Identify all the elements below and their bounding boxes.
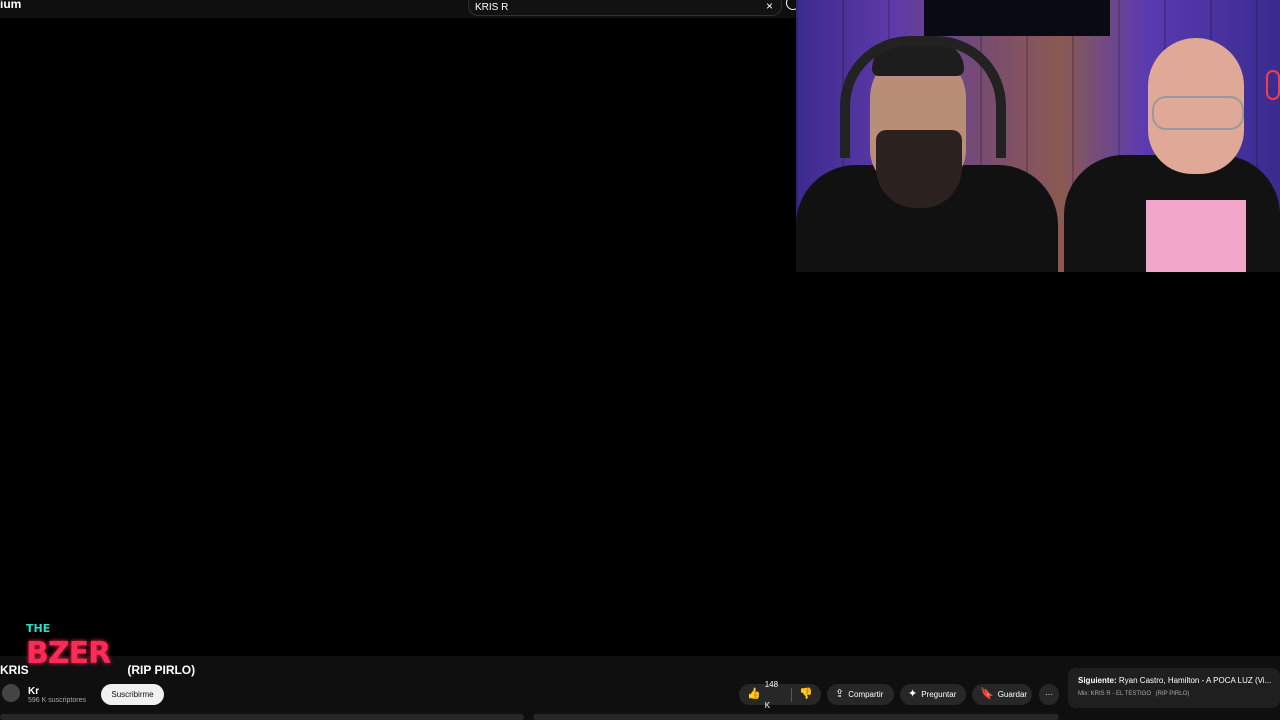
up-next-prefix: Siguiente: — [1078, 676, 1117, 685]
like-count[interactable]: 148 K — [765, 674, 780, 716]
like-dislike-group: 👍 148 K 👎 — [739, 680, 821, 710]
save-label: Guardar — [997, 690, 1028, 699]
divider — [790, 687, 792, 702]
avatar[interactable] — [2, 684, 20, 702]
close-icon[interactable]: × — [766, 0, 773, 13]
video-title-right: (RIP PIRLO) — [127, 663, 196, 677]
subscriber-count: 596 K suscriptores — [28, 697, 86, 704]
webcam-overlay — [796, 0, 1280, 272]
ask-label: Preguntar — [921, 690, 957, 699]
top-bar: ium KRIS R × — [0, 0, 800, 18]
channel-name[interactable]: Kr — [28, 686, 39, 697]
progress-bar-left[interactable] — [0, 714, 524, 720]
progress-bar-right[interactable] — [533, 714, 1059, 720]
search-input[interactable]: KRIS R — [475, 2, 508, 13]
share-label: Compartir — [848, 690, 884, 699]
overlay-logo-big: BZER — [26, 636, 111, 671]
wall-screen — [924, 0, 1110, 36]
overlay-logo-small: THE — [26, 622, 51, 635]
neon-light — [1266, 70, 1280, 100]
streamer-two-shirt — [1146, 200, 1246, 272]
glasses-icon — [1152, 96, 1244, 130]
share-button[interactable]: ⇪ Compartir — [827, 684, 894, 705]
up-next-video-title: Ryan Castro, Hamilton - A POCA LUZ (Vi..… — [1118, 676, 1272, 685]
bookmark-icon: 🔖 — [980, 688, 994, 700]
search-box[interactable]: KRIS R × — [468, 0, 782, 16]
up-next-card[interactable]: Siguiente: Ryan Castro, Hamilton - A POC… — [1068, 668, 1280, 708]
up-next-mix: Mix: KRIS R - EL TESTIGO (RIP PIRLO) — [1078, 691, 1190, 697]
stream-overlay-logo: THE BZER — [24, 622, 118, 680]
site-logo-text[interactable]: ium — [0, 0, 21, 11]
thumbs-up-icon[interactable]: 👍 — [747, 684, 761, 705]
sparkle-icon: ✦ — [908, 688, 918, 700]
up-next-title: Siguiente: Ryan Castro, Hamilton - A POC… — [1078, 676, 1271, 685]
more-button[interactable]: ··· — [1039, 684, 1059, 705]
headphones-icon — [840, 36, 1006, 158]
video-player[interactable] — [0, 18, 800, 654]
save-button[interactable]: 🔖 Guardar — [972, 684, 1032, 705]
ask-button[interactable]: ✦ Preguntar — [900, 684, 966, 705]
more-horizontal-icon: ··· — [1045, 690, 1053, 699]
thumbs-down-icon[interactable]: 👎 — [799, 684, 813, 705]
subscribe-button[interactable]: Suscribirme — [101, 684, 164, 705]
share-icon: ⇪ — [835, 688, 845, 700]
